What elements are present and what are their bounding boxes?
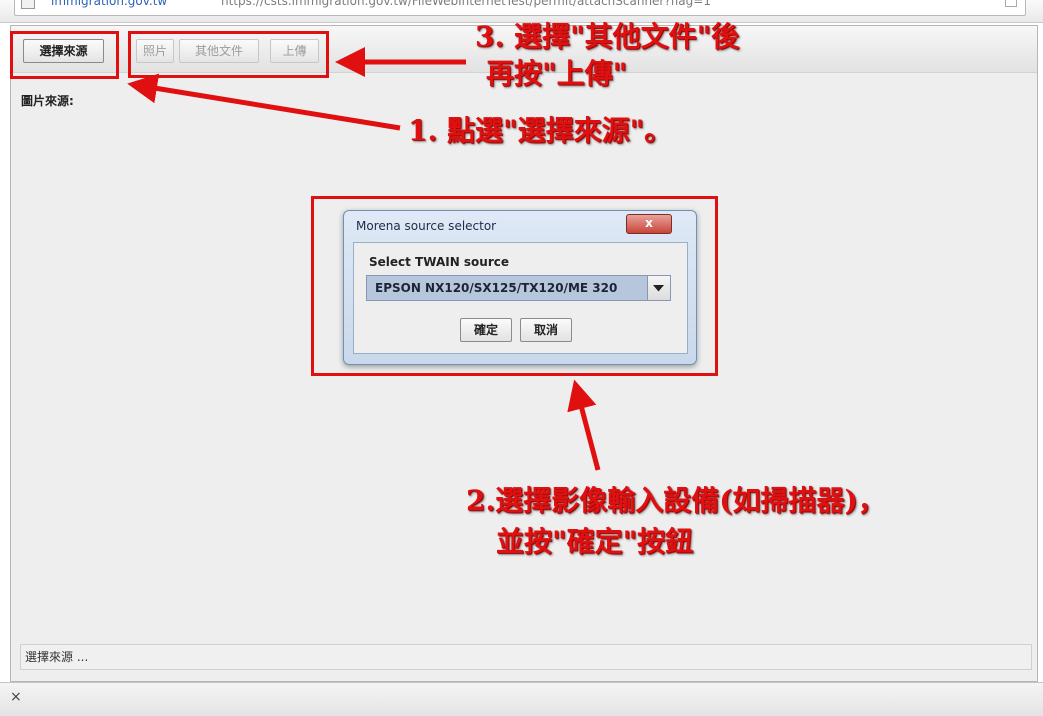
annotation-step1: 1. 點選"選擇來源"。 [408,114,673,147]
annotation-arrows [127,47,601,471]
annotation-step2-line1: 2.選擇影像輸入設備(如掃描器)， [466,484,886,517]
annotation-step2-line2: 並按"確定"按鈕 [496,525,694,558]
arrow-step1 [127,73,401,131]
annotation-step3-line2: 再按"上傳" [486,57,628,90]
annotation-step3-line1: 3. 選擇"其他文件"後 [475,20,740,53]
arrow-step2 [567,379,601,471]
